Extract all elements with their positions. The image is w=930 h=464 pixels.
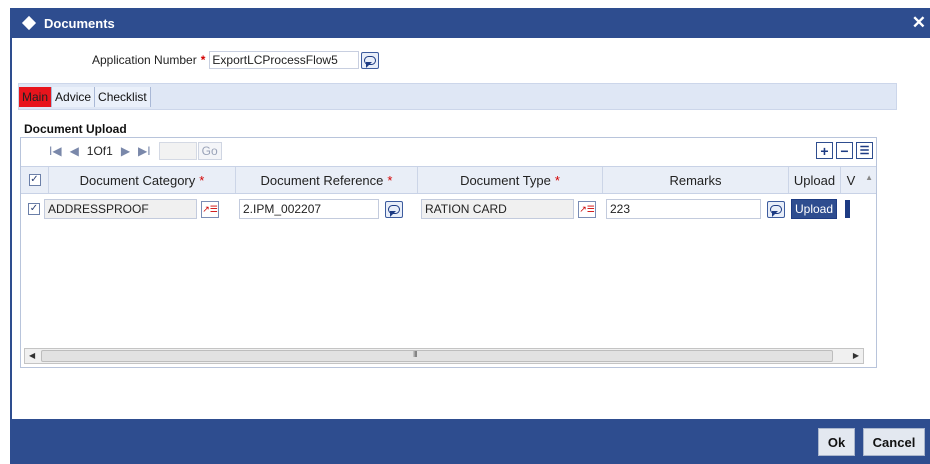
remarks-cell: 223 (603, 196, 789, 222)
dialog-footer (10, 419, 930, 464)
col-document-reference-label: Document Reference (260, 172, 384, 188)
next-page-icon[interactable]: ▶ (121, 144, 130, 158)
horizontal-scrollbar[interactable]: ◀ III ▶ (24, 348, 864, 364)
documents-dialog: Application Number * ExportLCProcessFlow… (10, 38, 930, 419)
required-marker: * (387, 172, 393, 188)
diamond-icon (21, 15, 37, 31)
application-number-field[interactable]: ExportLCProcessFlow5 (209, 51, 360, 69)
go-button[interactable]: Go (197, 142, 222, 160)
tab-advice[interactable]: Advice (52, 86, 96, 107)
col-remarks-label: Remarks (669, 172, 722, 188)
scrollbar-thumb[interactable] (41, 350, 833, 362)
list-pick-icon[interactable]: ↗☰ (578, 200, 596, 218)
ok-button[interactable]: Ok (818, 428, 855, 456)
remarks-lookup-button[interactable] (385, 200, 403, 218)
required-marker: * (200, 53, 206, 67)
speech-bubble-icon (770, 204, 782, 217)
extra-button[interactable] (845, 200, 850, 218)
grid-tools: + − ☰ (816, 142, 873, 159)
remarks-field[interactable]: 223 (606, 199, 761, 219)
document-reference-field[interactable]: 2.IPM_002207 (239, 199, 379, 219)
scrollbar-grip: III (413, 350, 418, 359)
table-row: ✓ ADDRESSPROOF ↗☰ 2.IPM_002207 RATION CA… (21, 196, 876, 222)
row-select-cell: ✓ (21, 196, 41, 222)
col-remarks: Remarks (603, 167, 789, 193)
speech-bubble-icon (364, 55, 377, 68)
pager: I◀ ◀ 1Of1 ▶ ▶I Go (21, 138, 876, 164)
extra-cell (845, 196, 855, 222)
col-upload-label: Upload (793, 172, 836, 188)
col-extra-label: V (846, 172, 856, 188)
tab-checklist[interactable]: Checklist (95, 86, 151, 107)
delete-row-icon[interactable]: − (836, 142, 853, 159)
select-all-cell: ✓ (21, 167, 49, 193)
dialog-titlebar: Documents ✕ (10, 8, 930, 38)
col-upload: Upload (789, 167, 841, 193)
section-title: Document Upload (24, 122, 127, 136)
add-row-icon[interactable]: + (816, 142, 833, 159)
required-marker: * (199, 172, 205, 188)
first-page-icon[interactable]: I◀ (49, 144, 62, 158)
prev-page-icon[interactable]: ◀ (70, 144, 79, 158)
tab-bar: Main Advice Checklist (18, 83, 897, 110)
list-pick-icon[interactable]: ↗☰ (201, 200, 219, 218)
last-page-icon[interactable]: ▶I (138, 144, 151, 158)
close-icon[interactable]: ✕ (912, 13, 926, 33)
scroll-up-icon[interactable]: ▲ (865, 173, 873, 182)
col-document-reference: Document Reference * (236, 167, 418, 193)
application-number-label: Application Number (92, 53, 197, 67)
dialog-title: Documents (44, 15, 115, 31)
col-extra: V (841, 167, 861, 193)
document-category-field[interactable]: ADDRESSPROOF (44, 199, 197, 219)
page-info: 1Of1 (86, 144, 113, 158)
document-type-field[interactable]: RATION CARD (421, 199, 574, 219)
application-number-row: Application Number * ExportLCProcessFlow… (92, 51, 380, 69)
row-checkbox[interactable]: ✓ (28, 203, 40, 215)
upload-cell: Upload (789, 196, 845, 222)
col-document-type-label: Document Type (460, 172, 551, 188)
document-type-cell: RATION CARD ↗☰ (418, 196, 603, 222)
page-number-input[interactable] (158, 142, 197, 160)
col-document-category: Document Category * (49, 167, 236, 193)
col-document-type: Document Type * (418, 167, 603, 193)
single-view-icon[interactable]: ☰ (856, 142, 873, 159)
document-category-cell: ADDRESSPROOF ↗☰ (41, 196, 236, 222)
lookup-button[interactable] (361, 51, 380, 69)
required-marker: * (554, 172, 560, 188)
document-reference-cell: 2.IPM_002207 (236, 196, 418, 222)
remarks-lookup-button[interactable] (767, 200, 785, 218)
upload-button[interactable]: Upload (791, 199, 838, 219)
select-all-checkbox[interactable]: ✓ (28, 174, 41, 186)
scroll-left-icon[interactable]: ◀ (29, 351, 35, 360)
document-upload-grid: I◀ ◀ 1Of1 ▶ ▶I Go + − ☰ ✓ Document Categ… (20, 137, 877, 368)
table-header: ✓ Document Category * Document Reference… (21, 166, 876, 194)
tab-main[interactable]: Main (19, 86, 53, 107)
scroll-right-icon[interactable]: ▶ (853, 351, 859, 360)
cancel-button[interactable]: Cancel (863, 428, 925, 456)
col-document-category-label: Document Category (79, 172, 196, 188)
speech-bubble-icon (388, 204, 400, 217)
